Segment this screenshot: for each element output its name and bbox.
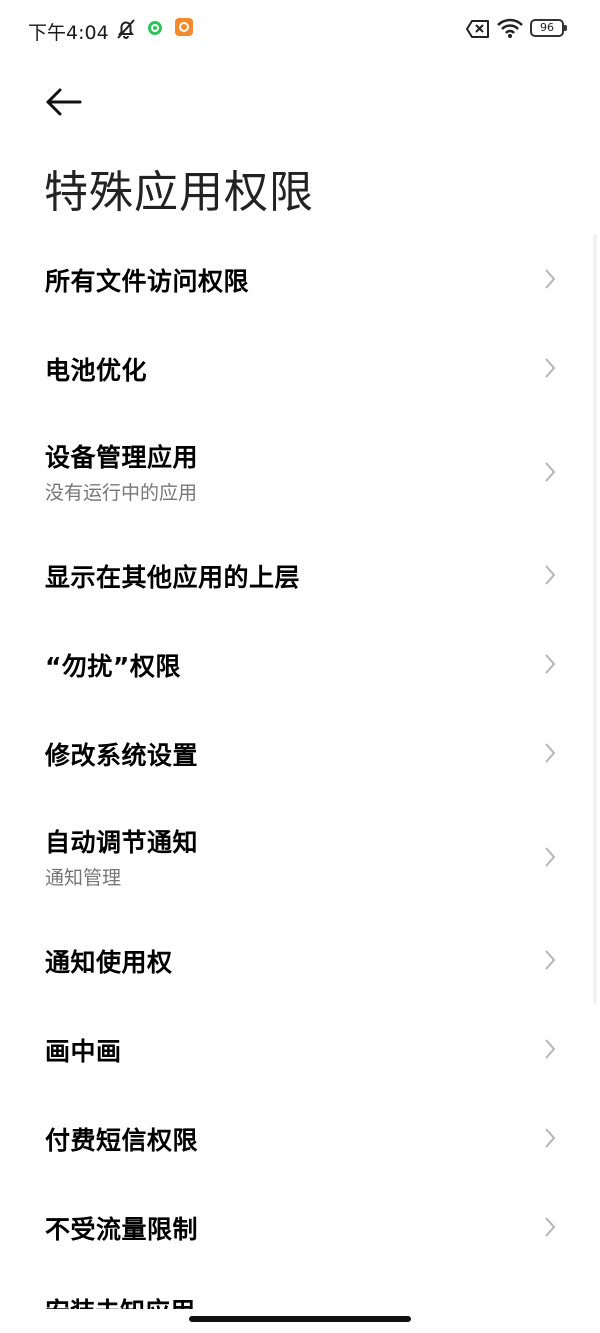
- page-title: 特殊应用权限: [44, 167, 314, 218]
- list-item-subtitle: 没有运行中的应用: [45, 482, 198, 504]
- list-item-label: 自动调节通知: [45, 828, 199, 857]
- chevron-right-icon: [545, 1039, 556, 1059]
- list-item-label: 画中画: [45, 1037, 122, 1066]
- list-item-label: 付费短信权限: [45, 1126, 199, 1155]
- orange-app-icon: [175, 18, 193, 36]
- chevron-right-icon: [545, 950, 556, 970]
- list-item-do-not-disturb-access[interactable]: “勿扰”权限: [0, 620, 600, 709]
- list-item-device-admin-apps[interactable]: 设备管理应用 没有运行中的应用: [0, 413, 600, 531]
- battery-icon: 96: [530, 19, 567, 37]
- settings-list: 所有文件访问权限 电池优化 设备管理应用 没有运行中的应用 显示在其他应用的上层…: [0, 235, 600, 1272]
- back-arrow-icon[interactable]: [44, 86, 84, 118]
- chevron-right-icon: [545, 847, 556, 867]
- list-item-label: 电池优化: [45, 356, 148, 385]
- list-item-battery-optimization[interactable]: 电池优化: [0, 324, 600, 413]
- green-circle-app-icon: [148, 21, 162, 35]
- list-item-all-files-access[interactable]: 所有文件访问权限: [0, 235, 600, 324]
- status-bar: 下午4:04 96: [0, 0, 600, 58]
- list-item-label: 设备管理应用: [45, 443, 199, 472]
- mute-bell-icon: [117, 19, 135, 39]
- chevron-right-icon: [545, 743, 556, 763]
- chevron-right-icon: [545, 269, 556, 289]
- list-item-modify-system-settings[interactable]: 修改系统设置: [0, 709, 600, 798]
- list-item-label: 通知使用权: [45, 948, 173, 977]
- chevron-right-icon: [545, 1217, 556, 1237]
- chevron-right-icon: [545, 654, 556, 674]
- list-item-display-over-other-apps[interactable]: 显示在其他应用的上层: [0, 531, 600, 620]
- list-item-unrestricted-data[interactable]: 不受流量限制: [0, 1183, 600, 1272]
- list-item-label: 显示在其他应用的上层: [45, 563, 301, 592]
- chevron-right-icon: [545, 565, 556, 585]
- chevron-right-icon: [545, 358, 556, 378]
- no-sim-icon: [466, 20, 489, 38]
- chevron-right-icon: [545, 462, 556, 482]
- list-item-install-unknown-apps[interactable]: 安装未知应用: [45, 1297, 195, 1309]
- wifi-icon: [497, 18, 523, 38]
- status-time: 下午4:04: [28, 22, 109, 44]
- home-indicator[interactable]: [189, 1316, 411, 1322]
- list-item-subtitle: 通知管理: [45, 867, 122, 889]
- list-item-label: “勿扰”权限: [45, 652, 181, 681]
- list-item-premium-sms-access[interactable]: 付费短信权限: [0, 1094, 600, 1183]
- list-item-label: 修改系统设置: [45, 741, 199, 770]
- list-item-notification-access[interactable]: 通知使用权: [0, 916, 600, 1005]
- list-item-picture-in-picture[interactable]: 画中画: [0, 1005, 600, 1094]
- list-item-label: 不受流量限制: [45, 1215, 199, 1244]
- list-item-label: 所有文件访问权限: [45, 267, 250, 296]
- chevron-right-icon: [545, 1128, 556, 1148]
- battery-level: 96: [540, 21, 554, 34]
- list-item-adaptive-notifications[interactable]: 自动调节通知 通知管理: [0, 798, 600, 916]
